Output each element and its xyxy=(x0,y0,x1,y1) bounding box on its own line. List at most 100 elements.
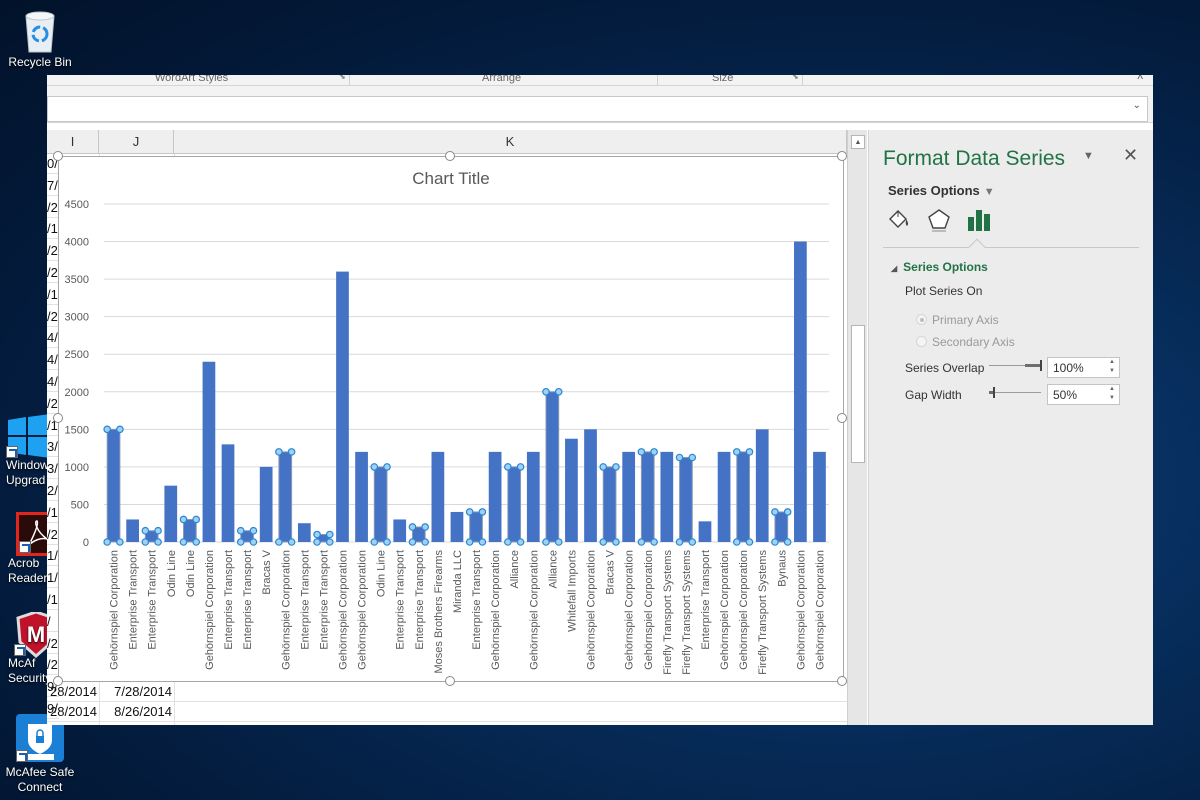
bar[interactable] xyxy=(507,466,522,543)
chevron-up-icon[interactable]: ^ xyxy=(1137,75,1143,86)
point-selection-handle[interactable] xyxy=(688,538,697,546)
point-selection-handle[interactable] xyxy=(421,523,429,531)
point-selection-handle[interactable] xyxy=(249,538,258,546)
spinner-arrows-icon[interactable]: ▲ ▼ xyxy=(1105,385,1119,404)
point-selection-handle[interactable] xyxy=(249,526,258,535)
resize-handle-top-right[interactable] xyxy=(837,151,847,161)
point-selection-handle[interactable] xyxy=(236,526,245,535)
point-selection-handle[interactable] xyxy=(478,538,487,546)
point-selection-handle[interactable] xyxy=(504,463,512,471)
bar[interactable] xyxy=(774,511,789,543)
resize-handle-bottom-left[interactable] xyxy=(53,676,63,686)
point-selection-handle[interactable] xyxy=(612,463,620,471)
dialog-launcher-icon[interactable]: ⬊ xyxy=(792,75,799,81)
bar[interactable] xyxy=(106,428,121,543)
point-selection-handle[interactable] xyxy=(542,538,550,546)
desktop-icon-recycle-bin[interactable]: Recycle Bin xyxy=(0,8,80,69)
chart-object[interactable]: Chart Title 0 500 1000 1500 2000 2500 3000 3500… xyxy=(53,151,847,686)
scroll-up-button[interactable]: ▲ xyxy=(851,135,865,149)
bar[interactable] xyxy=(469,511,483,543)
bar[interactable] xyxy=(736,451,751,543)
gap-width-slider[interactable] xyxy=(989,387,1041,399)
point-selection-handle[interactable] xyxy=(516,463,525,471)
point-selection-handle[interactable] xyxy=(370,538,379,546)
bar-chart-icon[interactable] xyxy=(967,208,991,232)
cell-i[interactable]: 12/2014 xyxy=(47,722,99,725)
bar[interactable] xyxy=(640,451,655,543)
bar[interactable] xyxy=(622,451,636,542)
point-selection-handle[interactable] xyxy=(554,387,563,396)
point-selection-handle[interactable] xyxy=(116,425,124,434)
slider-knob[interactable] xyxy=(1040,360,1042,371)
bar[interactable] xyxy=(336,271,349,542)
point-selection-handle[interactable] xyxy=(771,508,779,516)
desktop-icon-windows-upgrade[interactable]: Window Upgrad xyxy=(0,414,52,488)
bar[interactable] xyxy=(565,438,578,542)
bar[interactable] xyxy=(660,451,674,542)
point-selection-handle[interactable] xyxy=(325,538,334,546)
plot-area[interactable]: 0 500 1000 1500 2000 2500 3000 3500 4000 4500 Gehö… xyxy=(59,157,845,683)
slider-knob[interactable] xyxy=(993,387,995,398)
point-selection-handle[interactable] xyxy=(675,538,684,546)
point-selection-handle[interactable] xyxy=(771,538,779,546)
cell-j[interactable]: 7/28/2014 xyxy=(99,682,174,702)
point-selection-handle[interactable] xyxy=(745,538,754,546)
point-selection-handle[interactable] xyxy=(408,538,417,546)
bar[interactable] xyxy=(698,521,712,542)
section-series-options[interactable]: ◢ Series Options xyxy=(891,260,988,274)
point-selection-handle[interactable] xyxy=(612,538,620,546)
close-icon[interactable]: ✕ xyxy=(1123,145,1138,166)
resize-handle-left[interactable] xyxy=(53,413,63,423)
point-selection-handle[interactable] xyxy=(637,448,646,456)
bar[interactable] xyxy=(126,519,139,542)
bar[interactable] xyxy=(755,429,769,542)
point-selection-handle[interactable] xyxy=(313,538,321,546)
bar[interactable] xyxy=(584,429,597,542)
point-selection-handle[interactable] xyxy=(732,448,741,456)
point-selection-handle[interactable] xyxy=(650,538,658,546)
series-options-dropdown[interactable]: Series Options ▼ xyxy=(888,183,995,198)
point-selection-handle[interactable] xyxy=(141,526,150,535)
pentagon-icon[interactable] xyxy=(927,208,951,232)
point-selection-handle[interactable] xyxy=(192,515,201,524)
scrollbar-thumb[interactable] xyxy=(851,325,865,463)
point-selection-handle[interactable] xyxy=(116,538,124,546)
point-selection-handle[interactable] xyxy=(650,448,658,456)
point-selection-handle[interactable] xyxy=(465,508,474,516)
bar[interactable] xyxy=(545,391,560,543)
point-selection-handle[interactable] xyxy=(783,508,792,516)
point-selection-handle[interactable] xyxy=(675,453,684,462)
point-selection-handle[interactable] xyxy=(179,538,188,546)
bar[interactable] xyxy=(393,519,407,542)
paint-bucket-icon[interactable] xyxy=(887,208,911,232)
bar[interactable] xyxy=(373,466,388,543)
resize-handle-top[interactable] xyxy=(445,151,455,161)
dropdown-triangle-icon[interactable]: ▼ xyxy=(1083,150,1094,162)
bar[interactable] xyxy=(164,485,178,542)
point-selection-handle[interactable] xyxy=(103,425,111,434)
point-selection-handle[interactable] xyxy=(421,538,429,546)
point-selection-handle[interactable] xyxy=(637,538,646,546)
resize-handle-right[interactable] xyxy=(837,413,847,423)
resize-handle-top-left[interactable] xyxy=(53,151,63,161)
bar[interactable] xyxy=(202,361,216,542)
bar[interactable] xyxy=(182,518,197,543)
dialog-launcher-icon[interactable]: ⬊ xyxy=(339,75,346,81)
bar[interactable] xyxy=(221,444,235,542)
point-selection-handle[interactable] xyxy=(408,523,417,531)
bar[interactable] xyxy=(526,451,540,542)
point-selection-handle[interactable] xyxy=(287,448,296,456)
point-selection-handle[interactable] xyxy=(103,538,111,546)
point-selection-handle[interactable] xyxy=(383,538,391,546)
primary-axis-radio[interactable]: Primary Axis xyxy=(916,313,999,327)
column-header-j[interactable]: J xyxy=(99,130,174,154)
point-selection-handle[interactable] xyxy=(179,515,188,524)
radio-button[interactable] xyxy=(916,336,927,347)
vertical-scrollbar[interactable]: ▲ xyxy=(847,130,867,725)
desktop-icon-acrobat-reader[interactable]: Acrob Reader xyxy=(0,512,52,586)
desktop-icon-mcafee-safe-connect[interactable]: McAfee Safe Connect xyxy=(0,714,80,795)
point-selection-handle[interactable] xyxy=(236,538,245,546)
point-selection-handle[interactable] xyxy=(504,538,512,546)
point-selection-handle[interactable] xyxy=(275,538,283,546)
series-overlap-spinner[interactable]: 100% ▲ ▼ xyxy=(1047,357,1120,378)
